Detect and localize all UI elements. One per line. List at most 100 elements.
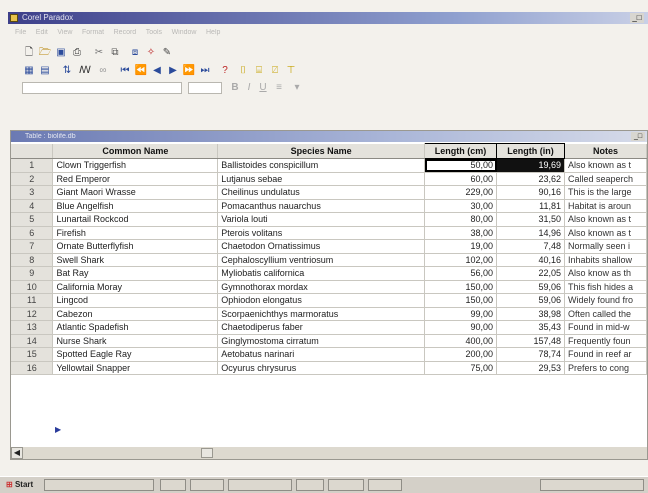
print-icon[interactable]: ⎙: [70, 46, 84, 60]
cell-common-name[interactable]: Firefish: [52, 226, 219, 240]
cell-length-cm[interactable]: 60,00: [424, 172, 498, 186]
prev-record-icon[interactable]: ◀: [150, 64, 164, 78]
menu-file[interactable]: File: [15, 27, 26, 38]
table-row[interactable]: 12 Cabezon Scorpaenichthys marmoratus 99,00…: [11, 307, 648, 321]
cell-species-name[interactable]: Lutjanus sebae: [217, 172, 426, 186]
cell-species-name[interactable]: Pterois volitans: [217, 226, 426, 240]
cell-length-in[interactable]: 59,06: [496, 280, 565, 294]
header-common-name[interactable]: Common Name: [52, 143, 219, 159]
cell-species-name[interactable]: Cheilinus undulatus: [217, 185, 426, 200]
menu-help[interactable]: Help: [206, 27, 220, 38]
next-record-icon[interactable]: ▶: [166, 64, 180, 78]
cell-notes[interactable]: Inhabits shallow: [564, 253, 648, 267]
cell-species-name[interactable]: Aetobatus narinari: [217, 347, 426, 362]
cell-length-in[interactable]: 19,69: [496, 158, 565, 173]
cell-notes[interactable]: This is the large: [564, 185, 648, 200]
table-row[interactable]: 15 Spotted Eagle Ray Aetobatus narinari 200…: [11, 347, 648, 362]
cell-common-name[interactable]: Lingcod: [52, 293, 219, 308]
cell-notes[interactable]: Prefers to cong: [564, 361, 648, 375]
horizontal-scrollbar[interactable]: ◀: [11, 447, 647, 459]
cell-common-name[interactable]: Giant Maori Wrasse: [52, 185, 219, 200]
insert-record-icon[interactable]: ⌸: [252, 64, 266, 78]
cell-species-name[interactable]: Ballistoides conspicillum: [217, 158, 426, 173]
header-length-in[interactable]: Length (in): [496, 143, 565, 159]
cell-common-name[interactable]: Ornate Butterflyfish: [52, 239, 219, 254]
cell-species-name[interactable]: Gymnothorax mordax: [217, 280, 426, 294]
cell-length-cm[interactable]: 80,00: [424, 212, 498, 227]
save-icon[interactable]: ▣: [54, 46, 68, 60]
cell-notes[interactable]: Also known as t: [564, 158, 648, 173]
cell-notes[interactable]: Also known as t: [564, 212, 648, 227]
cell-notes[interactable]: Frequently foun: [564, 334, 648, 348]
cell-length-in[interactable]: 31,50: [496, 212, 565, 227]
menu-format[interactable]: Format: [82, 27, 104, 38]
cell-length-cm[interactable]: 150,00: [424, 280, 498, 294]
cell-notes[interactable]: Normally seen i: [564, 239, 648, 254]
taskbar-item-1[interactable]: [160, 479, 186, 491]
cell-common-name[interactable]: Clown Triggerfish: [52, 158, 219, 173]
cell-length-cm[interactable]: 102,00: [424, 253, 498, 267]
cell-length-in[interactable]: 35,43: [496, 320, 565, 335]
cell-length-cm[interactable]: 200,00: [424, 347, 498, 362]
align-icon[interactable]: ≡: [272, 81, 286, 95]
table-row[interactable]: 14 Nurse Shark Ginglymostoma cirratum 400,0…: [11, 334, 648, 348]
taskbar-item-2[interactable]: [190, 479, 224, 491]
cell-length-in[interactable]: 11,81: [496, 199, 565, 213]
cell-length-cm[interactable]: 99,00: [424, 307, 498, 321]
cell-length-in[interactable]: 22,05: [496, 266, 565, 281]
taskbar-item-3[interactable]: [228, 479, 292, 491]
font-name-combo[interactable]: [22, 82, 182, 94]
data-grid[interactable]: Common Name Species Name Length (cm) Len…: [11, 143, 648, 375]
cell-common-name[interactable]: Swell Shark: [52, 253, 219, 267]
table-row[interactable]: 9 Bat Ray Myliobatis californica 56,00 22,05…: [11, 266, 648, 281]
underline-icon[interactable]: U: [256, 81, 270, 95]
last-record-icon[interactable]: ⏭: [198, 64, 212, 78]
open-icon[interactable]: 🗁: [38, 46, 52, 60]
scroll-left-icon[interactable]: ◀: [11, 447, 23, 459]
cell-length-cm[interactable]: 30,00: [424, 199, 498, 213]
cell-species-name[interactable]: Cephaloscyllium ventriosum: [217, 253, 426, 267]
cell-length-in[interactable]: 78,74: [496, 347, 565, 362]
delete-record-icon[interactable]: ⍁: [268, 64, 282, 78]
cell-common-name[interactable]: California Moray: [52, 280, 219, 294]
cell-notes[interactable]: Also known as t: [564, 226, 648, 240]
cell-notes[interactable]: This fish hides a: [564, 280, 648, 294]
menu-tools[interactable]: Tools: [146, 27, 162, 38]
table-row[interactable]: 8 Swell Shark Cephaloscyllium ventriosum 10…: [11, 253, 648, 267]
table-row[interactable]: 2 Red Emperor Lutjanus sebae 60,00 23,62 Call…: [11, 172, 648, 186]
start-button[interactable]: ⊞ Start: [6, 479, 40, 491]
pen-icon[interactable]: ✎: [160, 46, 174, 60]
cell-length-in[interactable]: 29,53: [496, 361, 565, 375]
cell-length-cm[interactable]: 90,00: [424, 320, 498, 335]
cell-species-name[interactable]: Variola louti: [217, 212, 426, 227]
menu-edit[interactable]: Edit: [36, 27, 48, 38]
cell-length-cm[interactable]: 19,00: [424, 239, 498, 254]
cell-species-name[interactable]: Ophiodon elongatus: [217, 293, 426, 308]
magic-icon[interactable]: ✧: [144, 46, 158, 60]
cell-common-name[interactable]: Spotted Eagle Ray: [52, 347, 219, 362]
form-view-icon[interactable]: ▤: [38, 64, 52, 78]
cell-common-name[interactable]: Atlantic Spadefish: [52, 320, 219, 335]
cell-species-name[interactable]: Scorpaenichthys marmoratus: [217, 307, 426, 321]
cell-species-name[interactable]: Ginglymostoma cirratum: [217, 334, 426, 348]
cell-length-in[interactable]: 7,48: [496, 239, 565, 254]
menu-window[interactable]: Window: [172, 27, 197, 38]
color-icon[interactable]: ▾: [290, 81, 304, 95]
bold-icon[interactable]: B: [228, 81, 242, 95]
header-length-cm[interactable]: Length (cm): [424, 143, 498, 159]
cell-length-in[interactable]: 23,62: [496, 172, 565, 186]
new-icon[interactable]: 🗋: [22, 46, 36, 60]
table-window-controls[interactable]: _□: [631, 132, 645, 141]
cell-notes[interactable]: Called seaperch: [564, 172, 648, 186]
edit-data-icon[interactable]: ⌷: [236, 64, 250, 78]
cell-common-name[interactable]: Red Emperor: [52, 172, 219, 186]
cell-notes[interactable]: Also know as th: [564, 266, 648, 281]
cell-common-name[interactable]: Lunartail Rockcod: [52, 212, 219, 227]
table-row[interactable]: 13 Atlantic Spadefish Chaetodiperus faber 9…: [11, 320, 648, 335]
cell-length-cm[interactable]: 38,00: [424, 226, 498, 240]
cell-length-in[interactable]: 40,16: [496, 253, 565, 267]
header-notes[interactable]: Notes: [564, 143, 648, 159]
table-row[interactable]: 7 Ornate Butterflyfish Chaetodon Ornatissi…: [11, 239, 648, 254]
menu-view[interactable]: View: [57, 27, 72, 38]
window-controls[interactable]: _□: [630, 13, 644, 23]
